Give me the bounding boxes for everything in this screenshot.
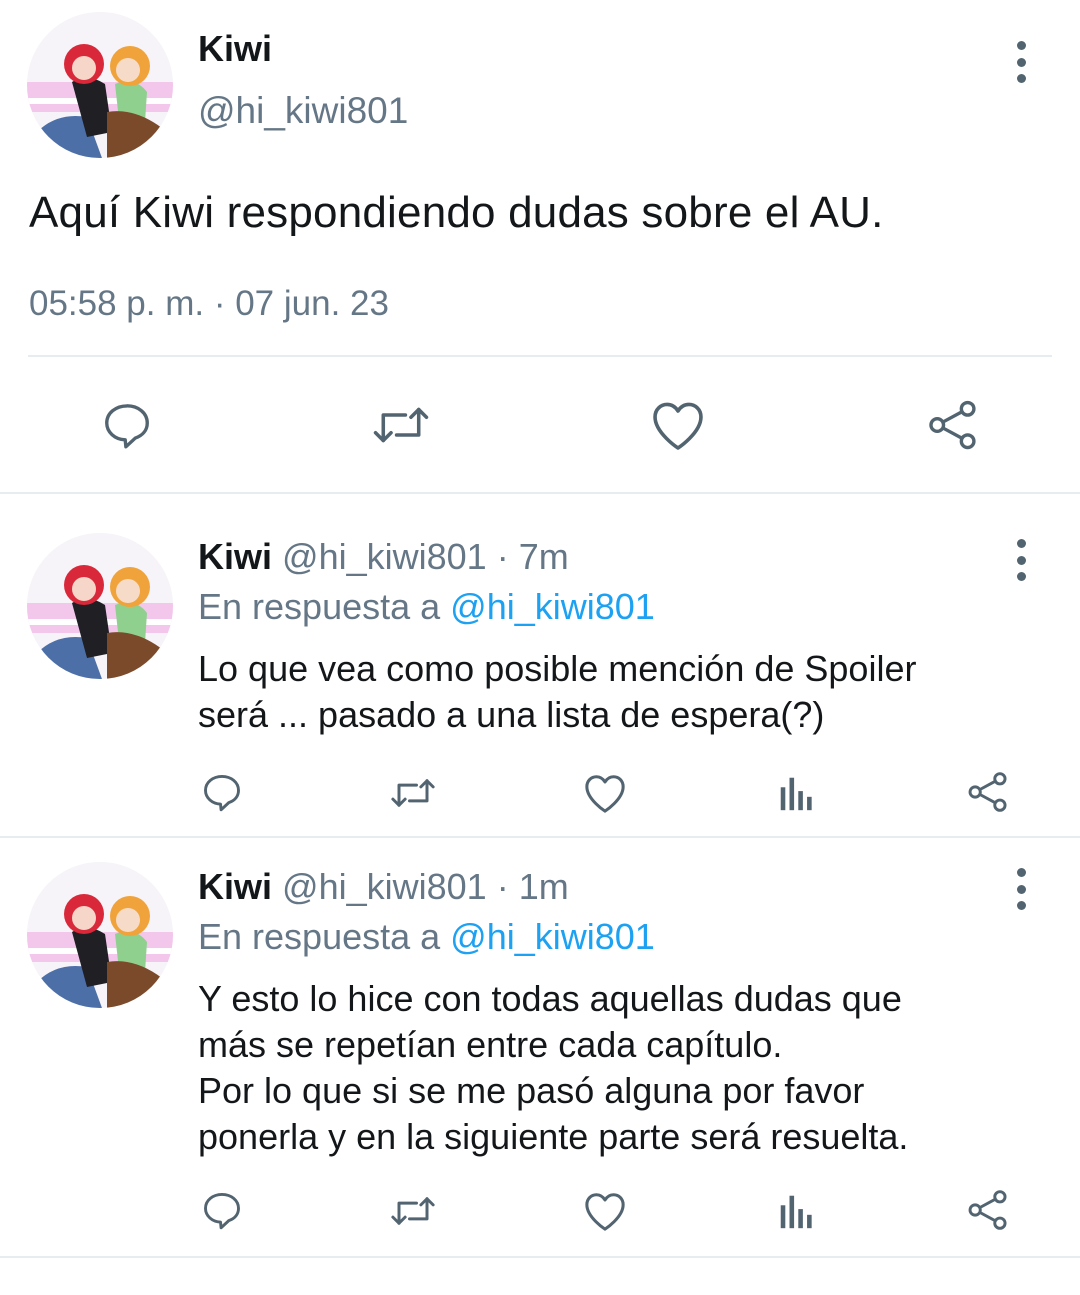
reply-header: Kiwi @hi_kiwi801 · 7m	[198, 536, 569, 578]
share-icon[interactable]	[966, 770, 1010, 814]
reply-text: Y esto lo hice con todas aquellas dudas …	[198, 978, 909, 1157]
like-icon[interactable]	[582, 1190, 628, 1232]
retweet-icon[interactable]	[370, 398, 432, 452]
author-handle[interactable]: @hi_kiwi801	[282, 536, 487, 577]
reply-header: Kiwi @hi_kiwi801 · 1m	[198, 866, 569, 908]
in-reply-handle-link[interactable]: @hi_kiwi801	[450, 586, 655, 627]
tweet-timestamp[interactable]: 05:58 p. m. · 07 jun. 23	[29, 284, 389, 324]
in-reply-prefix: En respuesta a	[198, 916, 441, 957]
share-icon[interactable]	[966, 1188, 1010, 1232]
analytics-icon[interactable]	[776, 772, 816, 814]
more-options-icon[interactable]	[1006, 535, 1036, 585]
analytics-icon[interactable]	[776, 1190, 816, 1232]
author-name[interactable]: Kiwi	[198, 536, 272, 577]
avatar[interactable]	[27, 533, 173, 679]
in-reply-handle-link[interactable]: @hi_kiwi801	[450, 916, 655, 957]
more-options-icon[interactable]	[1006, 37, 1036, 87]
like-icon[interactable]	[649, 398, 707, 452]
reply-icon[interactable]	[200, 1188, 244, 1232]
divider	[28, 355, 1052, 357]
reply-icon[interactable]	[100, 398, 154, 452]
divider	[0, 1256, 1080, 1258]
retweet-icon[interactable]	[388, 772, 438, 814]
in-reply-to: En respuesta a @hi_kiwi801	[198, 916, 655, 958]
reply-time: · 1m	[496, 866, 569, 907]
divider	[0, 836, 1080, 838]
reply-icon[interactable]	[200, 770, 244, 814]
tweet-text: Aquí Kiwi respondiendo dudas sobre el AU…	[29, 188, 884, 237]
like-icon[interactable]	[582, 772, 628, 814]
reply-text: Lo que vea como posible mención de Spoil…	[198, 648, 917, 735]
share-icon[interactable]	[925, 398, 981, 452]
reply-time: · 7m	[496, 536, 569, 577]
avatar[interactable]	[27, 862, 173, 1008]
author-handle[interactable]: @hi_kiwi801	[198, 90, 408, 132]
retweet-icon[interactable]	[388, 1190, 438, 1232]
divider	[0, 492, 1080, 494]
author-handle[interactable]: @hi_kiwi801	[282, 866, 487, 907]
more-options-icon[interactable]	[1006, 864, 1036, 914]
avatar[interactable]	[27, 12, 173, 158]
author-name[interactable]: Kiwi	[198, 28, 272, 70]
author-name[interactable]: Kiwi	[198, 866, 272, 907]
in-reply-to: En respuesta a @hi_kiwi801	[198, 586, 655, 628]
in-reply-prefix: En respuesta a	[198, 586, 441, 627]
